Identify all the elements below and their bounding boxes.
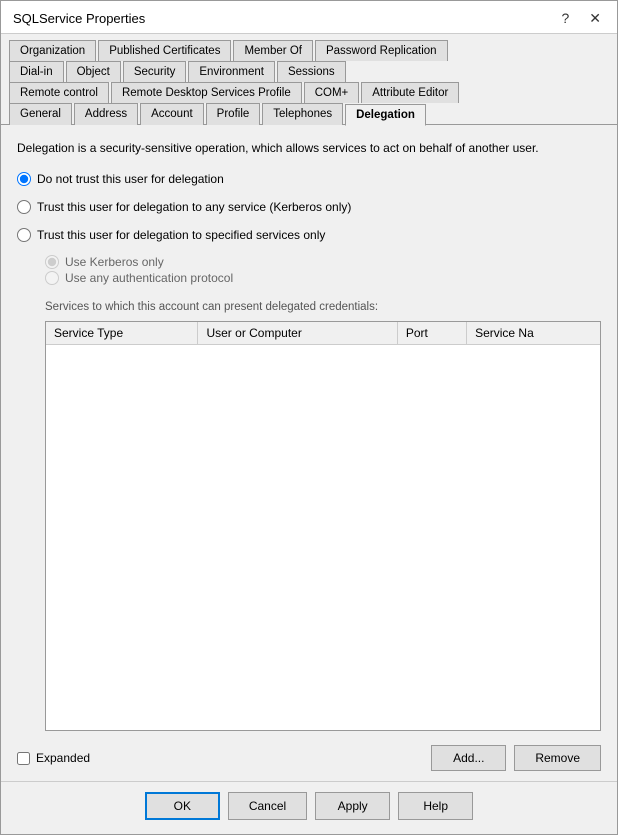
tab-row-4: General Address Account Profile Telephon… <box>9 103 609 125</box>
tab-published-certificates[interactable]: Published Certificates <box>98 40 231 61</box>
radio-option-2[interactable]: Trust this user for delegation to any se… <box>17 200 601 214</box>
col-user-or-computer: User or Computer <box>198 322 397 345</box>
tab-delegation[interactable]: Delegation <box>345 104 426 126</box>
tab-com[interactable]: COM+ <box>304 82 360 103</box>
sub-radio-option-1[interactable]: Use Kerberos only <box>45 255 601 269</box>
tab-object[interactable]: Object <box>66 61 121 82</box>
delegation-content: Delegation is a security-sensitive opera… <box>1 125 617 781</box>
title-bar-left: SQLService Properties <box>13 11 145 26</box>
tab-profile[interactable]: Profile <box>206 103 261 125</box>
col-service-name: Service Na <box>467 322 600 345</box>
tab-general[interactable]: General <box>9 103 72 125</box>
add-remove-buttons: Add... Remove <box>431 745 601 771</box>
sub-radio-label-1: Use Kerberos only <box>65 255 164 269</box>
radio-option-3[interactable]: Trust this user for delegation to specif… <box>17 228 601 242</box>
sub-radio-kerberos[interactable] <box>45 255 59 269</box>
tab-security[interactable]: Security <box>123 61 187 82</box>
tab-remote-desktop-profile[interactable]: Remote Desktop Services Profile <box>111 82 302 103</box>
radio-label-1: Do not trust this user for delegation <box>37 172 224 186</box>
tab-telephones[interactable]: Telephones <box>262 103 343 125</box>
dialog-window: SQLService Properties ? ✕ Organization P… <box>0 0 618 835</box>
help-button[interactable]: ? <box>557 9 573 27</box>
apply-button[interactable]: Apply <box>315 792 390 820</box>
tab-remote-control[interactable]: Remote control <box>9 82 109 103</box>
col-port: Port <box>397 322 466 345</box>
tab-address[interactable]: Address <box>74 103 138 125</box>
close-button[interactable]: ✕ <box>585 9 605 27</box>
delegation-description: Delegation is a security-sensitive opera… <box>17 139 601 157</box>
cancel-button[interactable]: Cancel <box>228 792 307 820</box>
sub-options: Use Kerberos only Use any authentication… <box>45 253 601 287</box>
tab-account[interactable]: Account <box>140 103 204 125</box>
expanded-checkbox-group[interactable]: Expanded <box>17 751 90 765</box>
tab-organization[interactable]: Organization <box>9 40 96 61</box>
tab-dial-in[interactable]: Dial-in <box>9 61 64 82</box>
tabs-container: Organization Published Certificates Memb… <box>1 34 617 125</box>
tab-environment[interactable]: Environment <box>188 61 275 82</box>
bottom-row: Expanded Add... Remove <box>17 745 601 771</box>
tab-row-3: Remote control Remote Desktop Services P… <box>9 82 609 103</box>
sub-radio-option-2[interactable]: Use any authentication protocol <box>45 271 601 285</box>
help-footer-button[interactable]: Help <box>398 792 473 820</box>
tab-row-1: Organization Published Certificates Memb… <box>9 40 609 61</box>
sub-radio-any-auth[interactable] <box>45 271 59 285</box>
dialog-title: SQLService Properties <box>13 11 145 26</box>
col-service-type: Service Type <box>46 322 198 345</box>
ok-button[interactable]: OK <box>145 792 220 820</box>
services-table-wrapper: Service Type User or Computer Port Servi… <box>45 321 601 731</box>
add-button[interactable]: Add... <box>431 745 506 771</box>
services-table: Service Type User or Computer Port Servi… <box>46 322 600 345</box>
expanded-label: Expanded <box>36 751 90 765</box>
radio-no-trust[interactable] <box>17 172 31 186</box>
radio-option-1[interactable]: Do not trust this user for delegation <box>17 172 601 186</box>
radio-label-2: Trust this user for delegation to any se… <box>37 200 351 214</box>
tab-row-2: Dial-in Object Security Environment Sess… <box>9 61 609 82</box>
radio-specified-services[interactable] <box>17 228 31 242</box>
title-bar-controls: ? ✕ <box>557 9 605 27</box>
table-header-row: Service Type User or Computer Port Servi… <box>46 322 600 345</box>
tab-sessions[interactable]: Sessions <box>277 61 346 82</box>
radio-label-3: Trust this user for delegation to specif… <box>37 228 325 242</box>
title-bar: SQLService Properties ? ✕ <box>1 1 617 34</box>
expanded-checkbox[interactable] <box>17 752 30 765</box>
tab-attribute-editor[interactable]: Attribute Editor <box>361 82 459 103</box>
tab-member-of[interactable]: Member Of <box>233 40 313 61</box>
services-label: Services to which this account can prese… <box>45 301 601 313</box>
sub-radio-label-2: Use any authentication protocol <box>65 271 233 285</box>
remove-button[interactable]: Remove <box>514 745 601 771</box>
radio-any-service[interactable] <box>17 200 31 214</box>
footer: OK Cancel Apply Help <box>1 781 617 834</box>
tab-password-replication[interactable]: Password Replication <box>315 40 448 61</box>
